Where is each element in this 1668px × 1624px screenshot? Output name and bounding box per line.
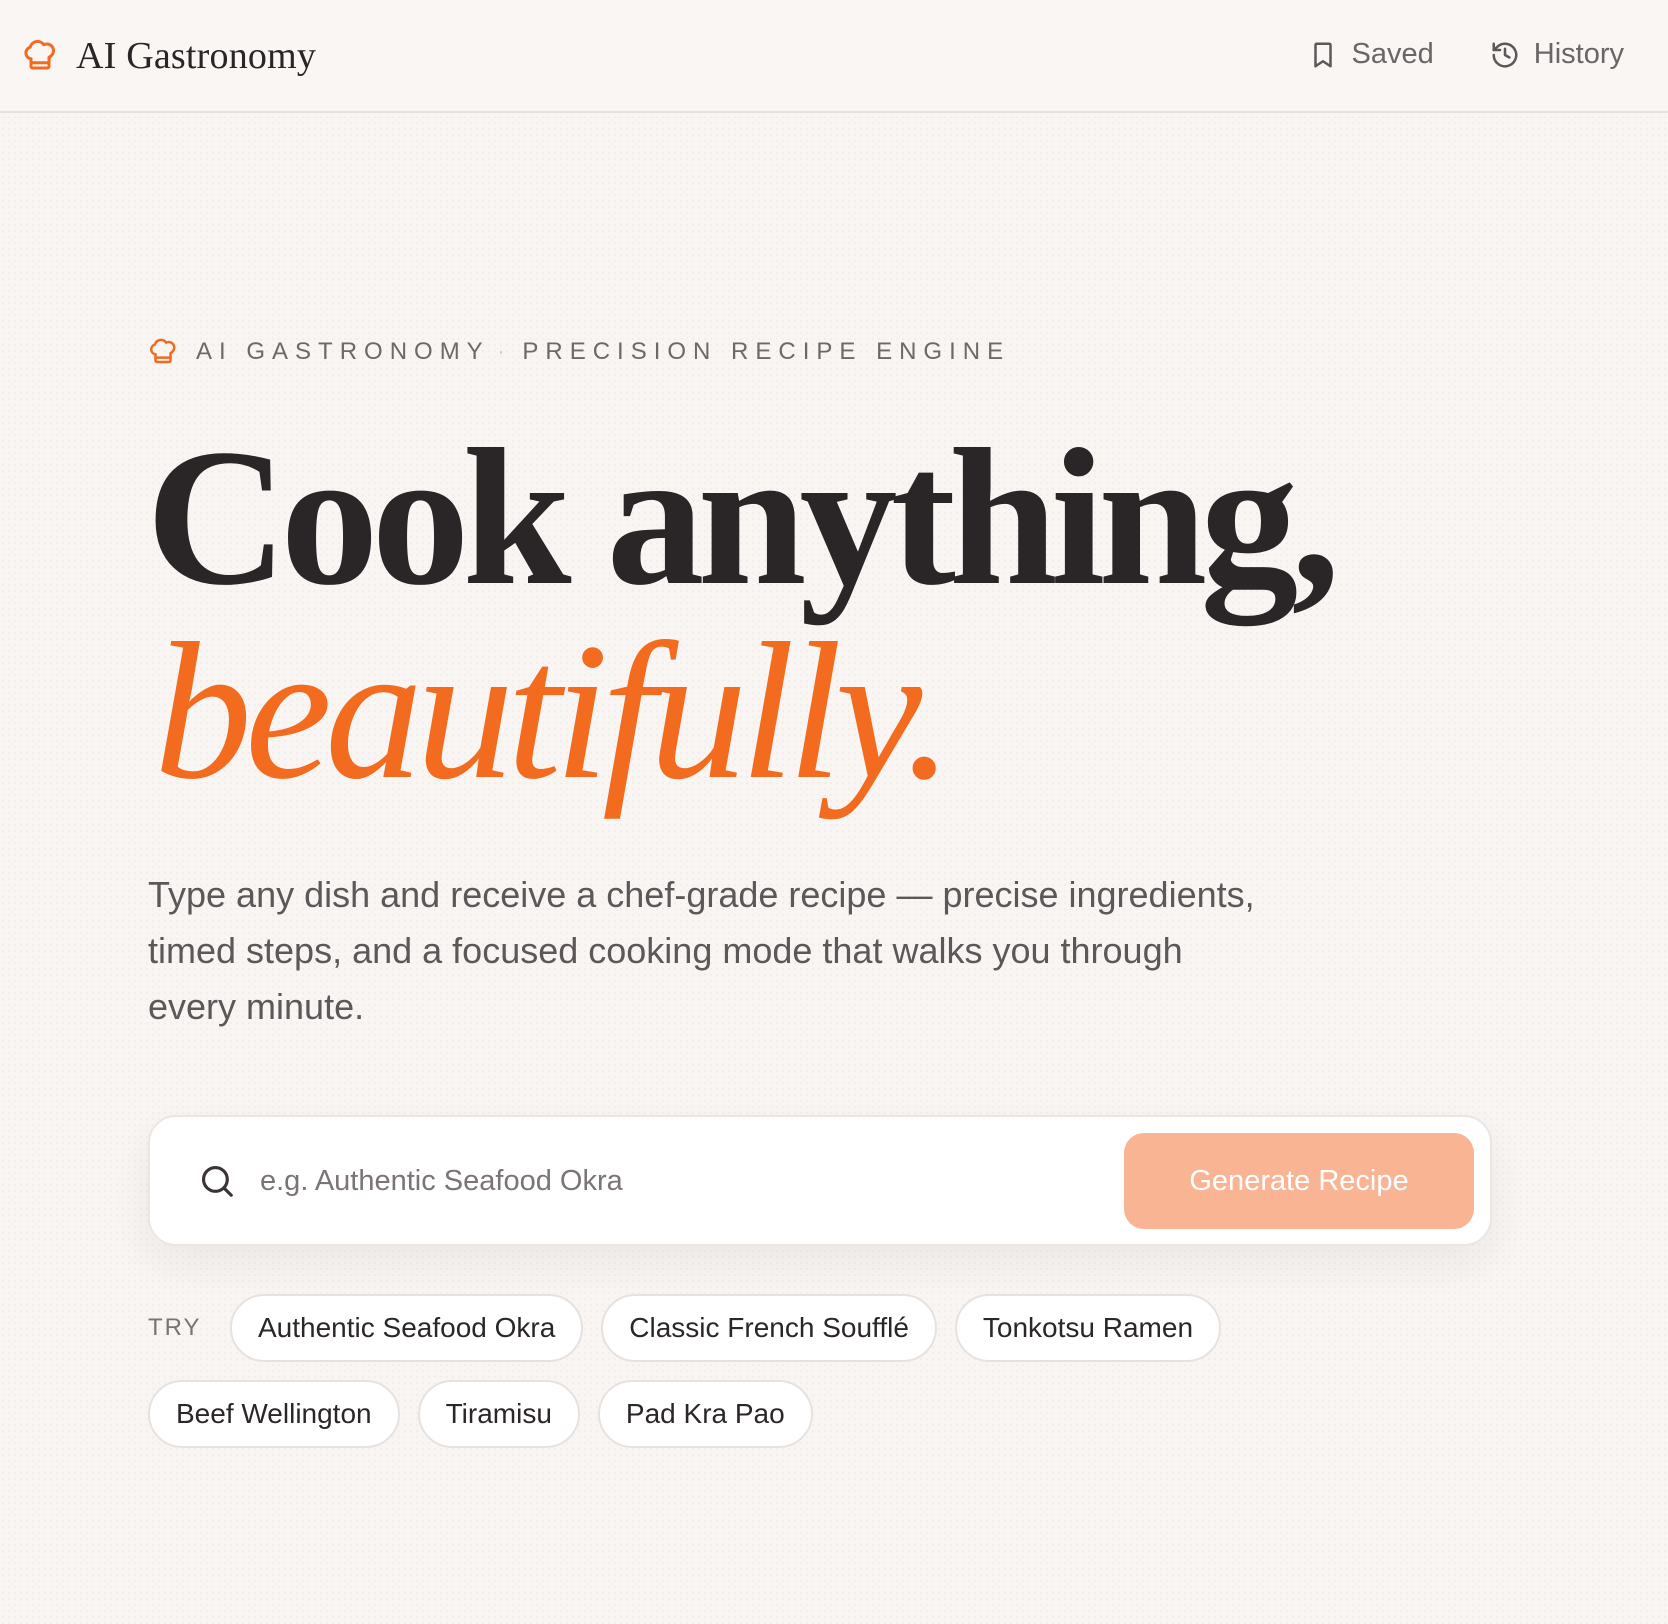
eyebrow-tagline: PRECISION RECIPE ENGINE xyxy=(522,338,1011,365)
nav-history-label: History xyxy=(1533,38,1624,70)
history-icon xyxy=(1492,42,1518,67)
brand-name: AI Gastronomy xyxy=(76,35,317,77)
suggestion-row: Authentic Seafood Okra Classic French So… xyxy=(230,1294,1222,1362)
suggestion-chip-pad-kra-pao[interactable]: Pad Kra Pao xyxy=(597,1380,813,1448)
suggestion-chip-french-souffle[interactable]: Classic French Soufflé xyxy=(601,1294,937,1362)
hero-description: Type any dish and receive a chef-grade r… xyxy=(148,874,1255,1027)
recipe-search-input[interactable] xyxy=(260,1147,1110,1215)
nav-history[interactable]: History xyxy=(1490,38,1624,71)
headline-primary: Cook anything, xyxy=(146,409,1340,626)
suggestion-chip-tonkotsu-ramen[interactable]: Tonkotsu Ramen xyxy=(954,1294,1222,1362)
search-icon xyxy=(201,1165,233,1197)
top-bar: AI Gastronomy Saved History xyxy=(0,0,1668,113)
suggestion-chip-seafood-okra[interactable]: Authentic Seafood Okra xyxy=(230,1294,584,1362)
eyebrow: AI GASTRONOMY · PRECISION RECIPE ENGINE xyxy=(148,337,1010,367)
suggestion-chip-beef-wellington[interactable]: Beef Wellington xyxy=(148,1380,400,1448)
eyebrow-brand: AI GASTRONOMY xyxy=(196,338,490,365)
recipe-search-box: Generate Recipe xyxy=(148,1115,1492,1246)
headline-accent: beautifully. xyxy=(154,603,953,820)
chef-hat-icon xyxy=(24,39,55,70)
brand[interactable]: AI Gastronomy xyxy=(22,34,316,78)
top-nav: Saved History xyxy=(1308,38,1624,71)
eyebrow-separator: · xyxy=(497,340,505,363)
bookmark-icon xyxy=(1313,42,1332,67)
suggestion-chip-tiramisu[interactable]: Tiramisu xyxy=(417,1380,580,1448)
generate-recipe-button[interactable]: Generate Recipe xyxy=(1124,1133,1474,1229)
suggestions-label: TRY xyxy=(148,1314,202,1341)
suggestion-row: Beef Wellington Tiramisu Pad Kra Pao xyxy=(148,1380,813,1448)
chef-hat-icon xyxy=(150,338,176,364)
nav-saved-label: Saved xyxy=(1351,38,1434,70)
nav-saved[interactable]: Saved xyxy=(1308,38,1434,71)
